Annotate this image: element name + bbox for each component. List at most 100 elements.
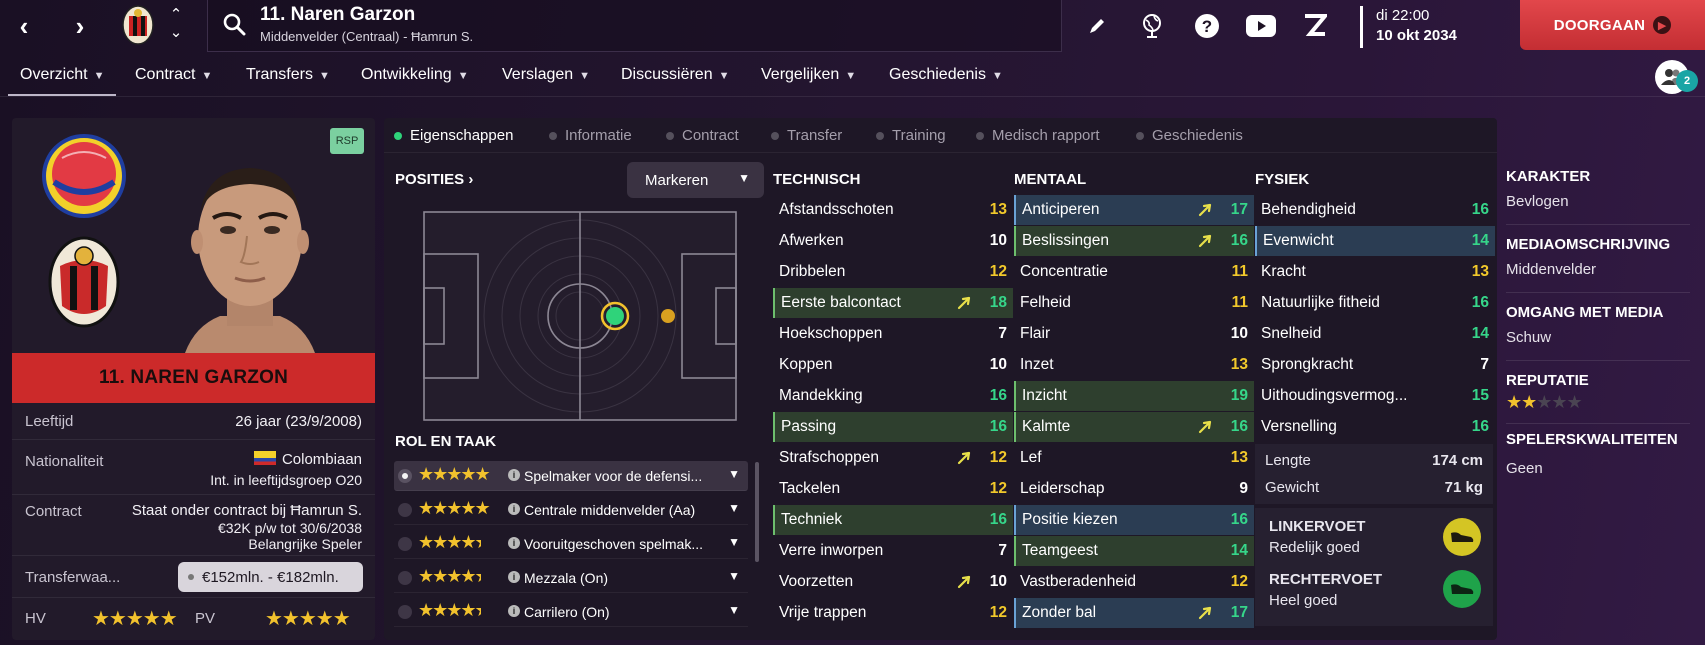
role-row[interactable]: ★★★★★ i Mezzala (On) ▼ [394,563,748,593]
attribute-row[interactable]: Natuurlijke fitheid 16 [1255,288,1495,318]
player-switch-arrows[interactable]: ⌃ ⌄ [166,6,186,46]
attribute-row[interactable]: Lef 13 [1014,443,1254,473]
attribute-row[interactable]: Tackelen 12 [773,474,1013,504]
tab-label: Training [892,127,946,144]
role-row[interactable]: ★★★★★ i Vooruitgeschoven spelmak... ▼ [394,529,748,559]
chevron-down-icon[interactable]: ▼ [728,501,740,515]
tab-informatie[interactable]: Informatie [549,127,632,144]
attribute-row[interactable]: Zonder bal 17 [1014,598,1254,628]
help-icon[interactable]: ? [1190,10,1224,42]
roles-scrollbar[interactable] [755,462,759,562]
attribute-label: Lef [1020,449,1042,466]
attribute-row[interactable]: Inzicht 19 [1014,381,1254,411]
menu-geschiedenis[interactable]: Geschiedenis ▼ [889,66,1003,84]
role-row[interactable]: ★★★★★ i Centrale middenvelder (Aa) ▼ [394,495,748,525]
char-value-kwaliteiten: Geen [1506,460,1543,477]
attribute-row[interactable]: Positie kiezen 16 [1014,505,1254,535]
attribute-row[interactable]: Strafschoppen 12 [773,443,1013,473]
positions-title[interactable]: POSITIES › [395,171,473,188]
chevron-right-icon: › [468,171,474,188]
role-radio[interactable] [398,503,412,517]
role-radio[interactable] [398,537,412,551]
attribute-row[interactable]: Kalmte 16 [1014,412,1254,442]
tab-training[interactable]: Training [876,127,946,144]
tab-eigenschappen[interactable]: Eigenschappen [394,127,513,144]
menu-vergelijken[interactable]: Vergelijken ▼ [761,66,856,84]
attribute-row[interactable]: Anticiperen 17 [1014,195,1254,225]
attribute-row[interactable]: Afstandsschoten 13 [773,195,1013,225]
info-icon[interactable]: i [508,571,520,583]
role-row[interactable]: ★★★★★ i Carrilero (On) ▼ [394,597,748,627]
tab-medisch-rapport[interactable]: Medisch rapport [976,127,1100,144]
attribute-row[interactable]: Flair 10 [1014,319,1254,349]
transfer-value-pill[interactable]: €152mln. - €182mln. [178,562,363,592]
chevron-down-icon[interactable]: ▼ [728,569,740,583]
player-search-box[interactable]: 11. Naren Garzon Middenvelder (Centraal)… [207,0,1062,52]
menu-contract[interactable]: Contract ▼ [135,66,212,84]
age-value: 26 jaar (23/9/2008) [235,413,362,430]
attribute-row[interactable]: Vrije trappen 12 [773,598,1013,628]
z-icon[interactable] [1298,10,1332,42]
attribute-row[interactable]: Concentratie 11 [1014,257,1254,287]
role-row[interactable]: ★★★★★ i Spelmaker voor de defensi... ▼ [394,461,748,491]
forward-icon[interactable]: › [62,8,98,44]
attribute-row[interactable]: Kracht 13 [1255,257,1495,287]
menu-discussieren[interactable]: Discussiëren ▼ [621,66,729,84]
chevron-down-icon[interactable]: ▼ [728,535,740,549]
attribute-row[interactable]: Voorzetten 10 [773,567,1013,597]
role-radio[interactable] [398,469,412,483]
attribute-row[interactable]: Felheid 11 [1014,288,1254,318]
attribute-row[interactable]: Afwerken 10 [773,226,1013,256]
tab-transfer[interactable]: Transfer [771,127,842,144]
attribute-row[interactable]: Verre inworpen 7 [773,536,1013,566]
attribute-row[interactable]: Eerste balcontact 18 [773,288,1013,318]
attribute-row[interactable]: Versnelling 16 [1255,412,1495,442]
attribute-row[interactable]: Behendigheid 16 [1255,195,1495,225]
attribute-row[interactable]: Dribbelen 12 [773,257,1013,287]
chevron-down-icon[interactable]: ▼ [728,603,740,617]
attribute-row[interactable]: Vastberadenheid 12 [1014,567,1254,597]
right-foot-label: RECHTERVOET [1269,571,1383,588]
attribute-row[interactable]: Mandekking 16 [773,381,1013,411]
attribute-row[interactable]: Beslissingen 16 [1014,226,1254,256]
attribute-row[interactable]: Passing 16 [773,412,1013,442]
attribute-row[interactable]: Hoekschoppen 7 [773,319,1013,349]
attribute-label: Mandekking [779,387,863,404]
menu-ontwikkeling[interactable]: Ontwikkeling ▼ [361,66,469,84]
tab-dot [394,132,402,141]
menu-transfers[interactable]: Transfers ▼ [246,66,330,84]
attribute-value: 12 [989,449,1007,466]
rsp-badge[interactable]: RSP [330,128,364,154]
attribute-row[interactable]: Techniek 16 [773,505,1013,535]
markeren-dropdown[interactable]: Markeren ▼ [627,162,764,198]
attribute-label: Voorzetten [779,573,854,590]
info-icon[interactable]: i [508,537,520,549]
role-radio[interactable] [398,605,412,619]
player-name-banner: 11. NAREN GARZON [12,353,375,403]
edit-icon[interactable] [1080,10,1114,42]
tab-contract[interactable]: Contract [666,127,739,144]
attribute-row[interactable]: Inzet 13 [1014,350,1254,380]
attribute-row[interactable]: Koppen 10 [773,350,1013,380]
attribute-row[interactable]: Teamgeest 14 [1014,536,1254,566]
globe-icon[interactable] [1135,10,1169,42]
role-radio[interactable] [398,571,412,585]
youtube-icon[interactable] [1244,10,1278,42]
tab-geschiedenis[interactable]: Geschiedenis [1136,127,1243,144]
info-icon[interactable]: i [508,469,520,481]
info-icon[interactable]: i [508,605,520,617]
attribute-row[interactable]: Sprongkracht 7 [1255,350,1495,380]
attribute-row[interactable]: Uithoudingsvermog... 15 [1255,381,1495,411]
attribute-row[interactable]: Snelheid 14 [1255,319,1495,349]
continue-button[interactable]: DOORGAAN ▶ [1520,0,1705,50]
info-icon[interactable]: i [508,503,520,515]
attribute-row[interactable]: Leiderschap 9 [1014,474,1254,504]
club-badge-icon[interactable] [120,4,156,46]
chevron-down-icon[interactable]: ▼ [728,467,740,481]
menu-overzicht[interactable]: Overzicht ▼ [20,66,104,84]
attribute-row[interactable]: Evenwicht 14 [1255,226,1495,256]
search-icon[interactable] [222,12,246,36]
attribute-value: 16 [989,511,1007,528]
menu-verslagen[interactable]: Verslagen ▼ [502,66,590,84]
back-icon[interactable]: ‹ [6,8,42,44]
